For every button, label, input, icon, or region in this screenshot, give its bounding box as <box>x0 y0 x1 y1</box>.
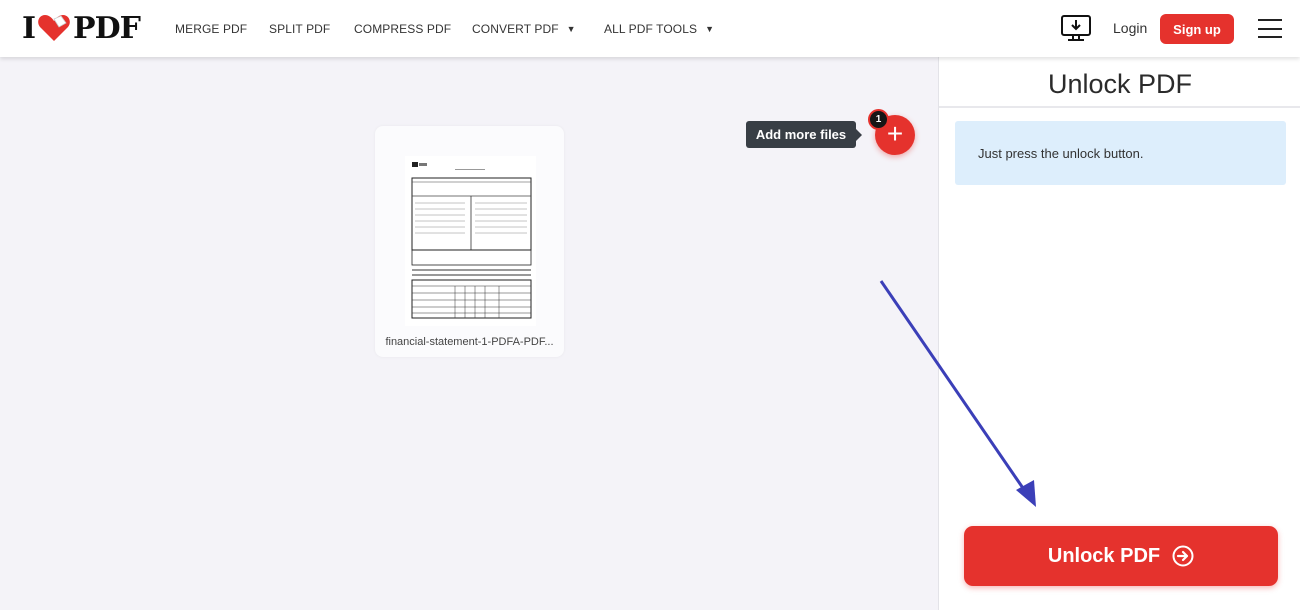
ilovepdf-logo[interactable]: I PDF <box>22 10 141 46</box>
logo-text-pdf: PDF <box>73 10 141 46</box>
desktop-download-icon[interactable] <box>1060 14 1092 44</box>
menu-bar <box>1258 36 1282 38</box>
nav-label: COMPRESS PDF <box>354 21 452 36</box>
nav-all-pdf-tools[interactable]: ALL PDF TOOLS ▼ <box>604 0 714 57</box>
signup-button[interactable]: Sign up <box>1160 14 1234 44</box>
heart-logo-icon <box>38 15 70 41</box>
arrow-right-circle-icon <box>1172 545 1194 567</box>
nav-label: CONVERT PDF <box>472 21 559 36</box>
pdf-thumbnail <box>405 156 536 326</box>
nav-label: SPLIT PDF <box>269 21 331 36</box>
file-count-badge: 1 <box>868 109 889 130</box>
login-link[interactable]: Login <box>1113 20 1147 36</box>
hamburger-menu-icon[interactable] <box>1258 19 1282 38</box>
unlock-button-label: Unlock PDF <box>1047 544 1161 567</box>
nav-label: MERGE PDF <box>175 21 248 36</box>
menu-bar <box>1258 19 1282 21</box>
unlock-pdf-button[interactable]: Unlock PDF <box>964 526 1278 586</box>
caret-down-icon: ▼ <box>705 23 715 34</box>
file-name: financial-statement-1-PDFA-PDF... <box>385 336 554 348</box>
add-more-files-tooltip: Add more files <box>746 121 862 148</box>
sidebar-title: Unlock PDF <box>939 57 1300 108</box>
logo-text-i: I <box>22 10 36 46</box>
caret-down-icon: ▼ <box>566 23 576 34</box>
nav-compress-pdf[interactable]: COMPRESS PDF <box>354 0 451 57</box>
nav-split-pdf[interactable]: SPLIT PDF <box>269 0 330 57</box>
nav-convert-pdf[interactable]: CONVERT PDF ▼ <box>472 0 576 57</box>
nav-label: ALL PDF TOOLS <box>604 21 698 36</box>
tool-sidebar: Unlock PDF Just press the unlock button.… <box>938 57 1300 610</box>
file-card[interactable]: financial-statement-1-PDFA-PDF... <box>375 126 564 357</box>
info-message: Just press the unlock button. <box>955 121 1286 185</box>
menu-bar <box>1258 27 1282 30</box>
top-header: I PDF MERGE PDF SPLIT PDF COMPRESS PDF C… <box>0 0 1300 57</box>
plus-icon: + <box>886 118 904 149</box>
nav-merge-pdf[interactable]: MERGE PDF <box>175 0 247 57</box>
